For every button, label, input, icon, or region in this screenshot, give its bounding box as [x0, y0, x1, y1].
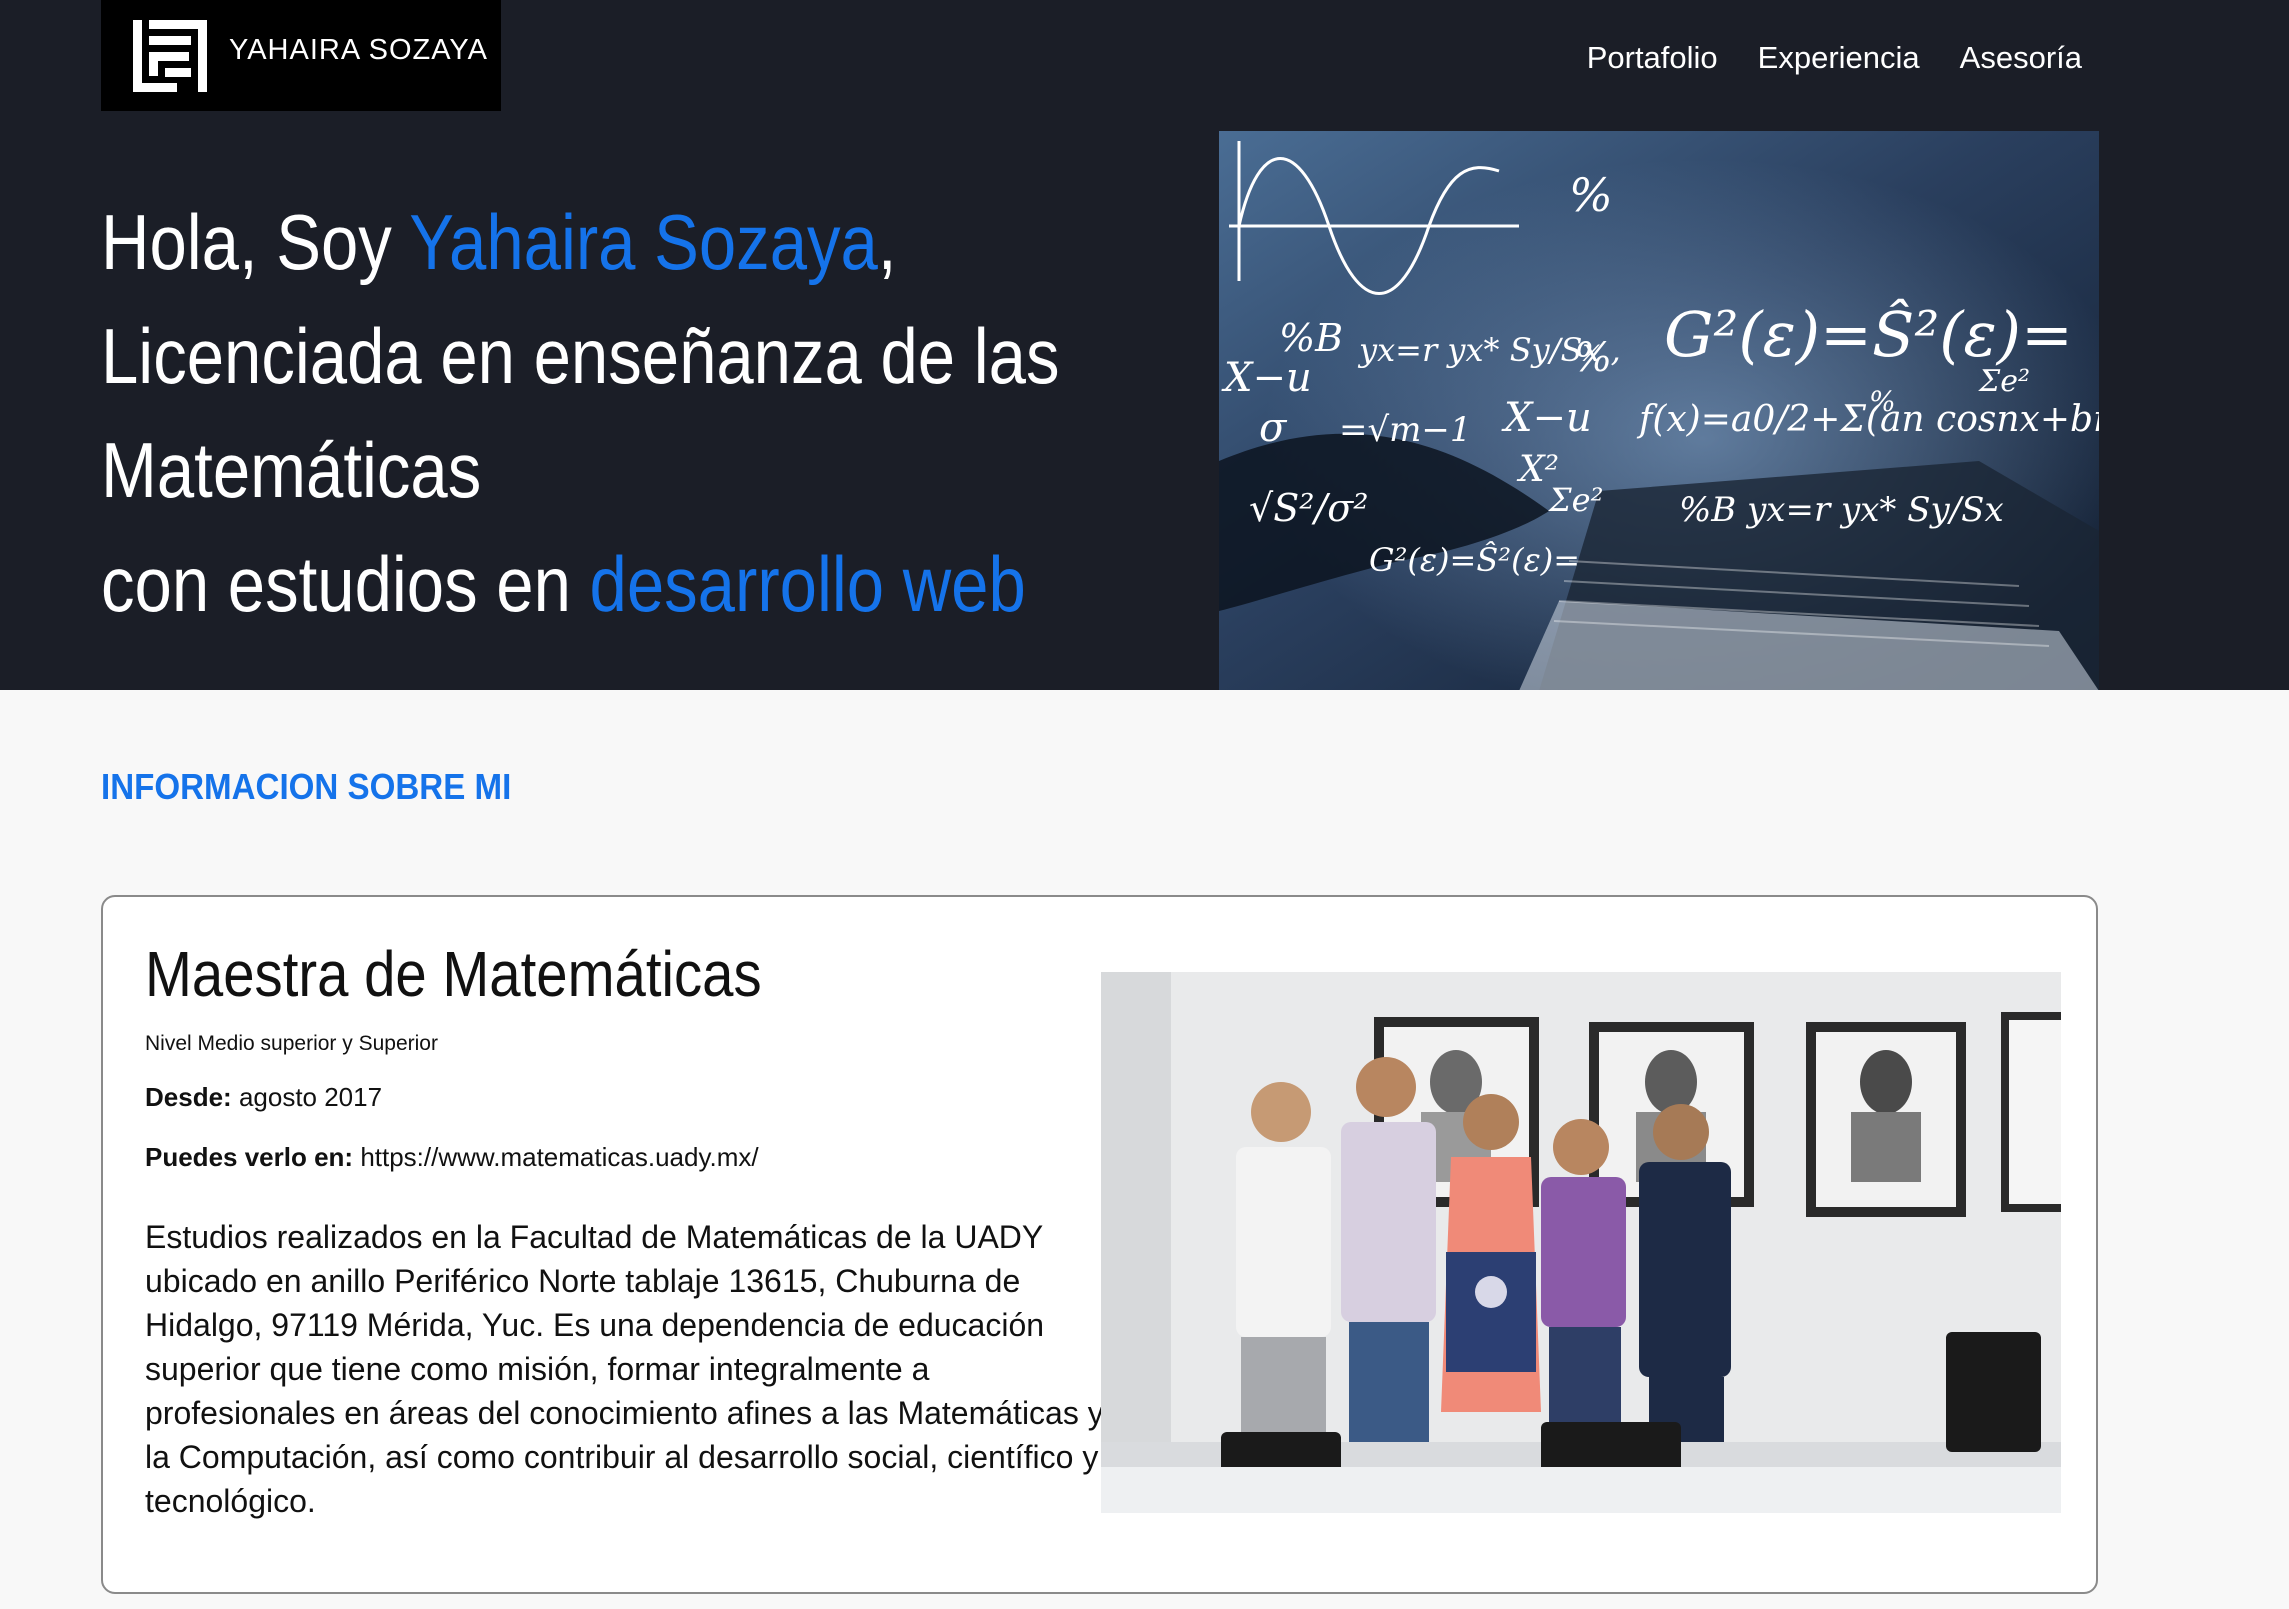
group-photo-illustration [1101, 972, 2061, 1513]
svg-text:G²(ε)=Ŝ²(ε)=: G²(ε)=Ŝ²(ε)= [1369, 541, 1580, 579]
card-description: Estudios realizados en la Facultad de Ma… [145, 1219, 1104, 1519]
nav-portafolio[interactable]: Portafolio [1587, 40, 1718, 76]
experience-card: Maestra de Matemáticas Nivel Medio super… [101, 895, 2098, 1594]
hero-line-4-prefix: con estudios en [101, 540, 590, 628]
svg-text:f(x)=a0/2+Σ(an cosnx+bn sinnx): f(x)=a0/2+Σ(an cosnx+bn sinnx) [1636, 399, 2099, 440]
hero-line-2: Licenciada en enseñanza de las [101, 312, 1060, 400]
since-label: Desde: [145, 1082, 232, 1112]
since-value: agosto 2017 [238, 1082, 383, 1112]
svg-text:=√m−1: =√m−1 [1339, 410, 1472, 450]
svg-text:X−u: X−u [1221, 355, 1312, 401]
svg-text:σ: σ [1259, 405, 1288, 451]
svg-text:G²(ε)=Ŝ²(ε)=: G²(ε)=Ŝ²(ε)= [1664, 298, 2073, 371]
hero-section: YAHAIRA SOZAYA Portafolio Experiencia As… [0, 0, 2289, 690]
hero-line-3: Matemáticas [101, 426, 482, 514]
hero-heading: Hola, Soy Yahaira Sozaya, Licenciada en … [101, 185, 1059, 641]
main-nav: Portafolio Experiencia Asesoría [1587, 40, 2082, 76]
brand-logo-mark-icon [129, 16, 211, 96]
hero-greeting: Hola, Soy [101, 198, 410, 286]
svg-text:X−u: X−u [1501, 395, 1592, 441]
svg-text:%Β: %Β [1279, 316, 1343, 360]
brand-logo[interactable]: YAHAIRA SOZAYA [101, 0, 501, 111]
about-section-title: INFORMACION SOBRE MI [101, 766, 512, 807]
url-row: Puedes verlo en: https://www.matematicas… [145, 1142, 759, 1173]
hero-name: Yahaira Sozaya [409, 198, 878, 286]
hero-line-4-highlight: desarrollo web [589, 540, 1026, 628]
nav-asesoria[interactable]: Asesoría [1960, 40, 2082, 76]
svg-text:√S²/σ²: √S²/σ² [1249, 486, 1368, 530]
url-value[interactable]: https://www.matematicas.uady.mx/ [360, 1142, 758, 1172]
card-title: Maestra de Matemáticas [145, 938, 762, 1010]
svg-text:%: % [1569, 168, 1613, 222]
svg-text:Σe²: Σe² [1548, 481, 1603, 519]
graduation-group-photo [1101, 972, 2061, 1513]
card-subtitle: Nivel Medio superior y Superior [145, 1032, 438, 1055]
svg-text:%: % [1869, 385, 1896, 418]
hero-image-illustration: % G²(ε)=Ŝ²(ε)= %Β yx=r yx* Sy/Sx , X−u σ… [1219, 131, 2099, 690]
svg-text:%: % [1574, 335, 1612, 381]
url-label: Puedes verlo en: [145, 1142, 354, 1172]
nav-experiencia[interactable]: Experiencia [1758, 40, 1920, 76]
since-row: Desde: agosto 2017 [145, 1082, 382, 1113]
svg-text:Σe²: Σe² [1978, 364, 2030, 399]
brand-name: YAHAIRA SOZAYA [229, 34, 488, 66]
svg-text:%Β yx=r yx* Sy/Sx: %Β yx=r yx* Sy/Sx [1679, 490, 2004, 530]
hero-math-laptop-image: % G²(ε)=Ŝ²(ε)= %Β yx=r yx* Sy/Sx , X−u σ… [1219, 131, 2099, 690]
hero-comma: , [877, 198, 897, 286]
